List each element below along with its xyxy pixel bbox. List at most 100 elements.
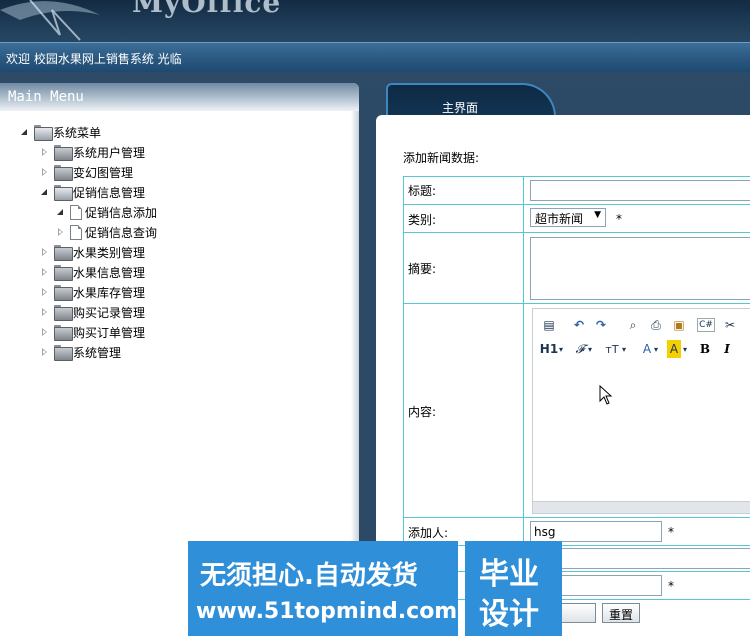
menu-item[interactable]: 促销信息添加 xyxy=(56,203,157,221)
collapsed-arrow-icon[interactable] xyxy=(40,307,50,317)
app-header: MyOffice xyxy=(0,0,750,42)
expanded-arrow-icon[interactable] xyxy=(56,207,66,217)
menu-item[interactable]: 购买记录管理 xyxy=(40,303,145,321)
menu-item[interactable]: 购买订单管理 xyxy=(40,323,145,341)
menu-item-label: 促销信息添加 xyxy=(85,205,158,220)
collapsed-arrow-icon[interactable] xyxy=(40,287,50,297)
code-icon[interactable]: C# xyxy=(697,318,715,332)
menu-item-label: 变幻图管理 xyxy=(73,165,134,180)
category-label: 类别: xyxy=(406,205,524,233)
app-logo: MyOffice xyxy=(132,0,282,19)
menu-item[interactable]: 变幻图管理 xyxy=(40,163,133,181)
welcome-text: 欢迎 校园水果网上销售系统 光临 xyxy=(6,52,182,66)
folder-open-icon xyxy=(34,125,53,141)
highlight-icon[interactable]: A xyxy=(667,340,681,358)
collapsed-arrow-icon[interactable] xyxy=(40,247,50,257)
editor-resize-bar[interactable] xyxy=(533,501,750,513)
text-color-dropdown-icon[interactable]: ▾ xyxy=(653,340,659,358)
form-row-title: 标题: xyxy=(404,177,750,204)
collapsed-arrow-icon[interactable] xyxy=(40,347,50,357)
watermark-slogan: 无须担心.自动发货 xyxy=(200,561,418,591)
form-row-content: 内容: ▤ ↶ ↷ ⌕ ⎙ ▣ C# ✂ H1 ▾ 𝓕 ▾ тT ▾ A ▾ A… xyxy=(404,303,750,518)
watermark-right-bottom: 设计 xyxy=(479,597,539,632)
print-icon[interactable]: ⎙ xyxy=(647,316,665,334)
highlight-dropdown-icon[interactable]: ▾ xyxy=(682,340,688,358)
file-icon xyxy=(70,224,82,240)
editor-content-area[interactable] xyxy=(533,365,750,503)
extra-input-1[interactable] xyxy=(530,548,750,569)
menu-item-label: 购买订单管理 xyxy=(73,325,146,340)
font-family-dropdown-icon[interactable]: ▾ xyxy=(587,340,593,358)
title-input[interactable] xyxy=(530,180,750,201)
form-row-summary: 摘要: xyxy=(404,232,750,304)
collapsed-arrow-icon[interactable] xyxy=(56,227,66,237)
menu-item[interactable]: 系统管理 xyxy=(40,343,121,361)
heading-dropdown-icon[interactable]: ▾ xyxy=(558,340,564,358)
template-icon[interactable]: ▣ xyxy=(671,316,687,334)
menu-item-label: 水果信息管理 xyxy=(73,265,146,280)
folder-icon xyxy=(54,165,73,181)
menu-item[interactable]: 系统用户管理 xyxy=(40,143,145,161)
editor-toolbar-row-2: H1 ▾ 𝓕 ▾ тT ▾ A ▾ A ▾ B I xyxy=(533,337,750,361)
mouse-cursor-icon xyxy=(599,385,613,405)
menu-item-label: 促销信息管理 xyxy=(73,185,146,200)
undo-icon[interactable]: ↶ xyxy=(571,316,587,334)
extra-required-mark: * xyxy=(668,579,674,593)
collapsed-arrow-icon[interactable] xyxy=(40,167,50,177)
category-required-mark: * xyxy=(616,212,622,226)
welcome-bar: 欢迎 校园水果网上销售系统 光临 xyxy=(0,42,750,72)
cut-icon[interactable]: ✂ xyxy=(723,316,737,334)
font-size-dropdown-icon[interactable]: ▾ xyxy=(621,340,627,358)
header-divider xyxy=(0,72,750,82)
expanded-arrow-icon[interactable] xyxy=(40,187,50,197)
adder-input[interactable] xyxy=(530,521,662,542)
watermark-overlay: 无须担心.自动发货 www.51topmind.com 毕业 设计 xyxy=(188,541,562,636)
tab-main[interactable]: 主界面 xyxy=(386,83,556,117)
bold-icon[interactable]: B xyxy=(699,340,711,358)
paste-icon[interactable]: ▤ xyxy=(541,316,557,334)
folder-icon xyxy=(54,265,73,281)
font-size-icon[interactable]: тT xyxy=(603,340,621,358)
watermark-right-top: 毕业 xyxy=(479,557,539,592)
text-color-icon[interactable]: A xyxy=(641,340,653,358)
form-row-category: 类别: 超市新闻 ▼ * xyxy=(404,204,750,233)
preview-icon[interactable]: ⌕ xyxy=(625,316,641,334)
folder-icon xyxy=(54,325,73,341)
file-icon xyxy=(70,204,82,220)
menu-item-label: 系统管理 xyxy=(73,345,122,360)
menu-item[interactable]: 促销信息管理 xyxy=(40,183,145,201)
title-label: 标题: xyxy=(406,177,524,204)
menu-item[interactable]: 系统菜单 xyxy=(20,123,101,141)
menu-item-label: 购买记录管理 xyxy=(73,305,146,320)
watermark-left: 无须担心.自动发货 www.51topmind.com xyxy=(188,541,458,636)
italic-icon[interactable]: I xyxy=(721,340,733,358)
menu-item-label: 水果类别管理 xyxy=(73,245,146,260)
menu-item[interactable]: 水果库存管理 xyxy=(40,283,145,301)
expanded-arrow-icon[interactable] xyxy=(20,127,30,137)
chevron-down-icon: ▼ xyxy=(594,210,601,220)
category-select-value: 超市新闻 xyxy=(535,212,584,226)
folder-icon xyxy=(54,145,73,161)
watermark-right: 毕业 设计 xyxy=(465,541,562,636)
folder-icon xyxy=(54,305,73,321)
rich-text-editor[interactable]: ▤ ↶ ↷ ⌕ ⎙ ▣ C# ✂ H1 ▾ 𝓕 ▾ тT ▾ A ▾ A ▾ B… xyxy=(532,308,750,514)
menu-item[interactable]: 水果信息管理 xyxy=(40,263,145,281)
reset-button[interactable]: 重置 xyxy=(602,603,641,623)
collapsed-arrow-icon[interactable] xyxy=(40,267,50,277)
watermark-url: www.51topmind.com xyxy=(196,599,458,624)
menu-item-label: 系统菜单 xyxy=(53,125,102,140)
category-select[interactable]: 超市新闻 ▼ xyxy=(530,208,606,227)
editor-toolbar-row-1: ▤ ↶ ↷ ⌕ ⎙ ▣ C# ✂ xyxy=(533,313,750,337)
summary-label: 摘要: xyxy=(406,233,524,304)
redo-icon[interactable]: ↷ xyxy=(593,316,609,334)
menu-item-label: 系统用户管理 xyxy=(73,145,146,160)
adder-required-mark: * xyxy=(668,525,674,539)
menu-item[interactable]: 水果类别管理 xyxy=(40,243,145,261)
font-family-icon[interactable]: 𝓕 xyxy=(573,340,587,358)
collapsed-arrow-icon[interactable] xyxy=(40,147,50,157)
collapsed-arrow-icon[interactable] xyxy=(40,327,50,337)
menu-item[interactable]: 促销信息查询 xyxy=(56,223,157,241)
summary-textarea[interactable] xyxy=(530,237,750,300)
heading-icon[interactable]: H1 xyxy=(539,340,559,358)
tab-main-label: 主界面 xyxy=(442,101,479,115)
